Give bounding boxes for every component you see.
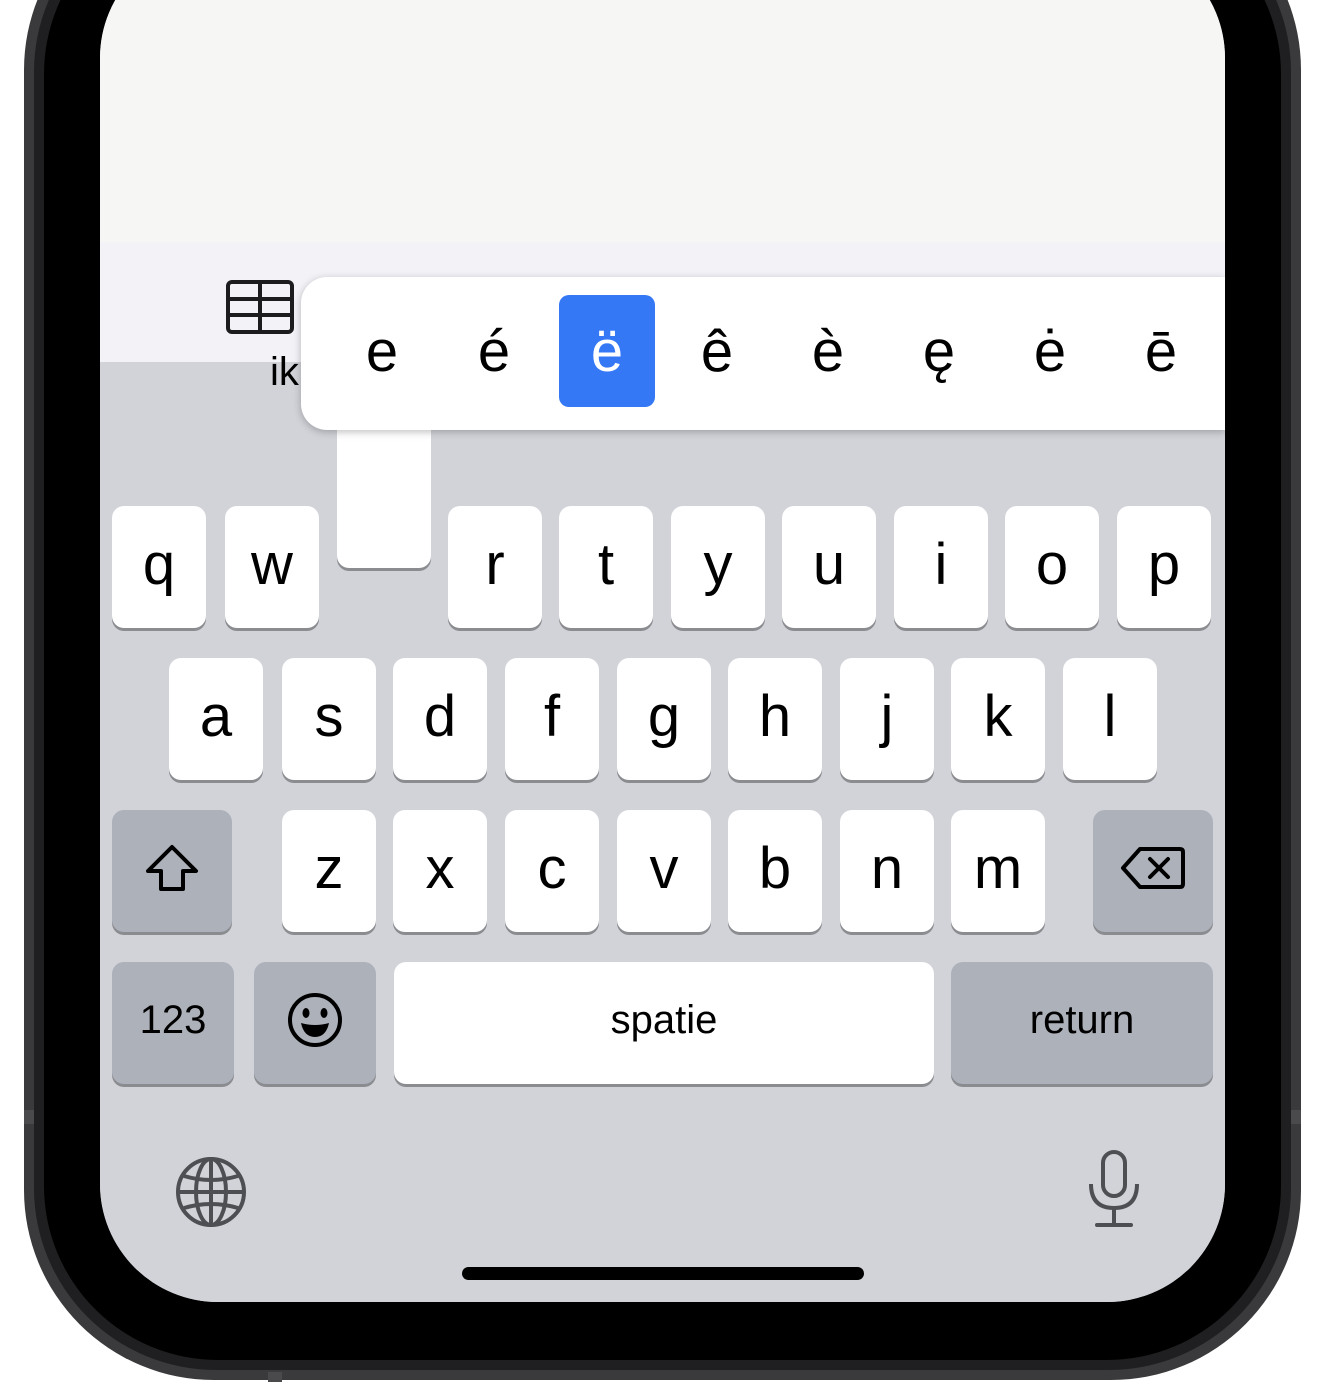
key-a[interactable]: a xyxy=(169,658,263,780)
key-w[interactable]: w xyxy=(225,506,319,628)
accent-option[interactable]: ē xyxy=(1113,295,1209,407)
microphone-icon[interactable] xyxy=(1085,1148,1143,1235)
home-indicator[interactable] xyxy=(462,1267,864,1280)
key-g[interactable]: g xyxy=(617,658,711,780)
key-y[interactable]: y xyxy=(671,506,765,628)
accent-option[interactable]: é xyxy=(446,295,542,407)
key-k[interactable]: k xyxy=(951,658,1045,780)
key-z[interactable]: z xyxy=(282,810,376,932)
space-key[interactable]: spatie xyxy=(394,962,934,1084)
bottom-antenna xyxy=(268,1372,282,1382)
screen: Aa ik q w r t y u i o p a s d f g h j k … xyxy=(100,0,1225,1302)
key-j[interactable]: j xyxy=(840,658,934,780)
key-d[interactable]: d xyxy=(393,658,487,780)
accent-option[interactable]: ę xyxy=(891,295,987,407)
accent-option[interactable]: ė xyxy=(1002,295,1098,407)
key-c[interactable]: c xyxy=(505,810,599,932)
key-x[interactable]: x xyxy=(393,810,487,932)
shift-icon xyxy=(144,843,200,893)
key-o[interactable]: o xyxy=(1005,506,1099,628)
key-q[interactable]: q xyxy=(112,506,206,628)
numbers-key[interactable]: 123 xyxy=(112,962,234,1084)
table-icon[interactable] xyxy=(220,272,300,342)
key-l[interactable]: l xyxy=(1063,658,1157,780)
key-m[interactable]: m xyxy=(951,810,1045,932)
key-t[interactable]: t xyxy=(559,506,653,628)
globe-icon[interactable] xyxy=(173,1154,249,1235)
return-key[interactable]: return xyxy=(951,962,1213,1084)
key-u[interactable]: u xyxy=(782,506,876,628)
shift-key[interactable] xyxy=(112,810,232,932)
key-p[interactable]: p xyxy=(1117,506,1211,628)
predictive-suggestion[interactable]: ik xyxy=(270,350,299,395)
delete-key[interactable] xyxy=(1093,810,1213,932)
accent-option[interactable]: ê xyxy=(669,295,765,407)
emoji-icon xyxy=(286,991,344,1049)
accent-option[interactable]: è xyxy=(780,295,876,407)
pressed-key-e xyxy=(337,410,431,568)
key-i[interactable]: i xyxy=(894,506,988,628)
note-body[interactable] xyxy=(100,0,1225,242)
key-n[interactable]: n xyxy=(840,810,934,932)
side-antenna-left xyxy=(24,1110,34,1124)
key-b[interactable]: b xyxy=(728,810,822,932)
side-antenna-right xyxy=(1291,1110,1301,1124)
key-r[interactable]: r xyxy=(448,506,542,628)
accent-option-selected[interactable]: ë xyxy=(559,295,655,407)
accent-option[interactable]: e xyxy=(334,295,430,407)
delete-icon xyxy=(1120,845,1186,891)
key-f[interactable]: f xyxy=(505,658,599,780)
emoji-key[interactable] xyxy=(254,962,376,1084)
key-v[interactable]: v xyxy=(617,810,711,932)
key-h[interactable]: h xyxy=(728,658,822,780)
key-s[interactable]: s xyxy=(282,658,376,780)
